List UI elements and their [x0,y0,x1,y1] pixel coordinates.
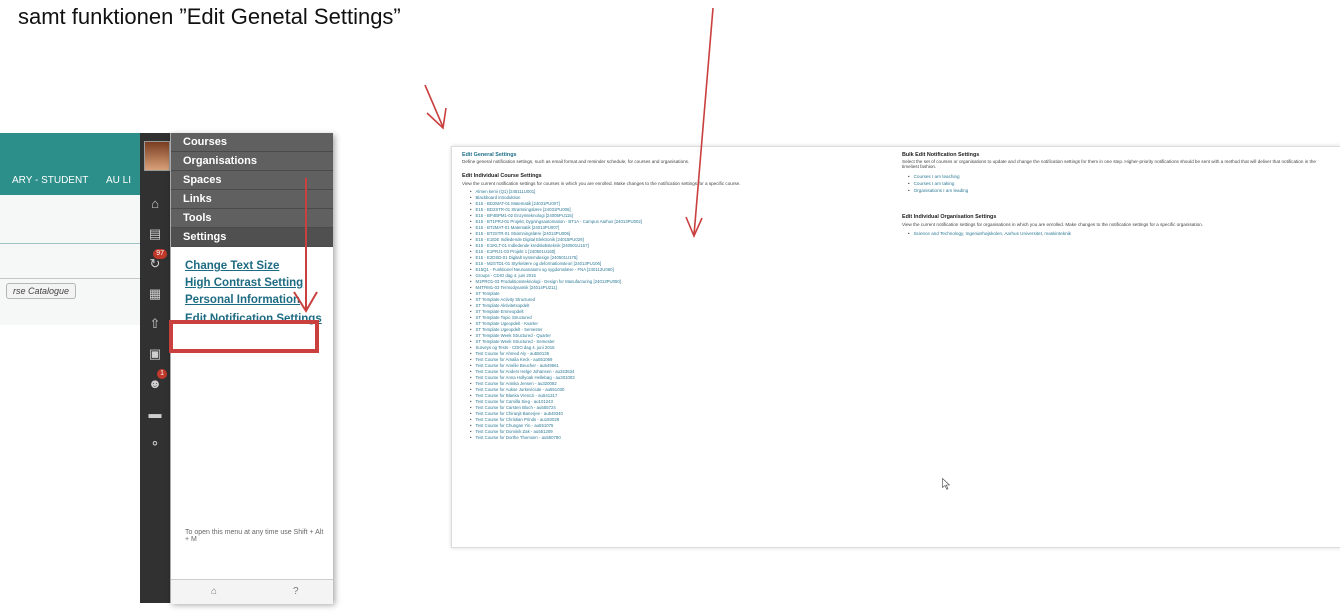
chat-icon[interactable]: ▬ [145,405,165,423]
bulk-edit-link[interactable]: Organisations I am leading [908,187,969,194]
top-nav-bar: ARY - STUDENT AU LI [0,133,140,195]
organisation-link[interactable]: Science and Technology, Ingeniørhøjskole… [908,230,1071,237]
icon-rail: ⌂ ▤ ↻ 97 ▦ ⇧ ▣ ☻ 1 ▬ ⚬ [140,133,170,603]
course-description: View the current notification settings f… [462,181,741,186]
connections-icon[interactable]: ⚬ [145,435,165,453]
menu-item-organisations[interactable]: Organisations [171,152,333,171]
global-menu: Courses Organisations Spaces Links Tools… [170,133,333,604]
high-contrast-link[interactable]: High Contrast Setting [185,277,303,289]
menu-item-courses[interactable]: Courses [171,133,333,152]
bulk-edit-heading: Bulk Edit Notification Settings [902,152,980,158]
course-catalogue-button[interactable]: rse Catalogue [6,283,77,299]
bulk-list: Courses I am teachingCourses I am taking… [908,173,969,194]
menu-footer: ⌂ ? [171,579,333,604]
organisation-list: Science and Technology, Ingeniørhøjskole… [908,230,1071,237]
updates-icon[interactable]: ↻ 97 [145,249,167,273]
organisation-description: View the current notification settings f… [902,222,1203,227]
caption-text: samt funktionen ”Edit Genetal Settings” [18,4,401,29]
left-screenshot: ARY - STUDENT AU LI rse Catalogue ⌂ ▤ ↻ 9… [0,133,333,604]
menu-hint: To open this menu at any time use Shift … [185,529,324,543]
menu-item-settings[interactable]: Settings [171,228,333,247]
calendar-icon[interactable]: ▤ [145,225,165,243]
course-list: Almen kemi (Q1) [245111U001]Blackboard i… [470,189,642,441]
updates-badge: 97 [153,249,167,259]
divider [0,243,140,244]
change-text-size-link[interactable]: Change Text Size [185,260,279,272]
nav-tab-au[interactable]: AU LI [106,175,131,186]
bulk-edit-link[interactable]: Courses I am taking [908,180,968,187]
notes-icon[interactable]: ▦ [145,285,165,303]
personal-information-link[interactable]: Personal Information [185,294,300,306]
people-badge: 1 [157,369,167,379]
nav-tab-student[interactable]: ARY - STUDENT [12,175,88,186]
general-settings-arrow [424,84,447,130]
divider [0,278,140,279]
home-footer-icon[interactable]: ⌂ [211,586,217,597]
course-settings-heading: Edit Individual Course Settings [462,173,542,179]
edit-general-settings-link[interactable]: Edit General Settings [462,152,517,158]
content-area [0,195,140,325]
calendar-grid-icon[interactable]: ▣ [145,345,165,363]
organisation-settings-heading: Edit Individual Organisation Settings [902,214,997,220]
general-description: Define general notification settings, su… [462,159,690,164]
menu-item-links[interactable]: Links [171,190,333,209]
menu-item-spaces[interactable]: Spaces [171,171,333,190]
bulk-edit-link[interactable]: Courses I am teaching [908,173,968,180]
edit-notification-settings-link[interactable]: Edit Notification Settings [185,313,322,325]
help-icon[interactable]: ? [293,586,299,597]
home-icon[interactable]: ⌂ [145,195,165,213]
bulk-description: Select the set of courses or organisatio… [902,159,1316,169]
course-link[interactable]: Test Course for Dorthe Thomsen - au55078… [470,435,642,441]
avatar[interactable] [144,141,170,171]
mouse-cursor-icon [942,478,950,490]
right-screenshot: Edit General Settings Define general not… [451,146,1340,548]
grades-icon[interactable]: ⇧ [145,315,165,333]
menu-item-tools[interactable]: Tools [171,209,333,228]
people-icon[interactable]: ☻ 1 [145,369,167,393]
